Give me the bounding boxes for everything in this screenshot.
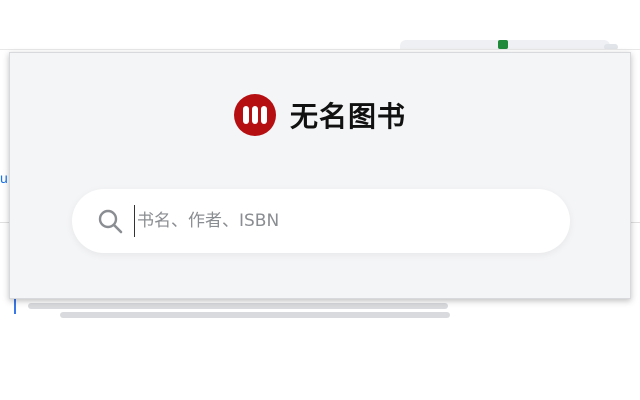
logo-bar	[260, 106, 267, 124]
brand-name: 无名图书	[289, 100, 406, 133]
browser-viewport: u 无名图书	[0, 0, 640, 400]
search-box[interactable]	[72, 189, 570, 253]
background-text-line	[28, 303, 448, 309]
toolbar-divider	[0, 49, 640, 50]
search-input[interactable]	[134, 205, 539, 237]
brand-logo	[233, 94, 276, 136]
extension-icon[interactable]	[498, 40, 508, 49]
search-icon[interactable]	[96, 207, 124, 235]
page-text-cursor	[14, 298, 16, 314]
logo-bar	[251, 106, 258, 124]
extension-popup: 无名图书	[9, 52, 631, 299]
logo-bar	[242, 106, 249, 124]
background-text-line	[60, 312, 450, 318]
brand-header: 无名图书	[10, 93, 630, 137]
